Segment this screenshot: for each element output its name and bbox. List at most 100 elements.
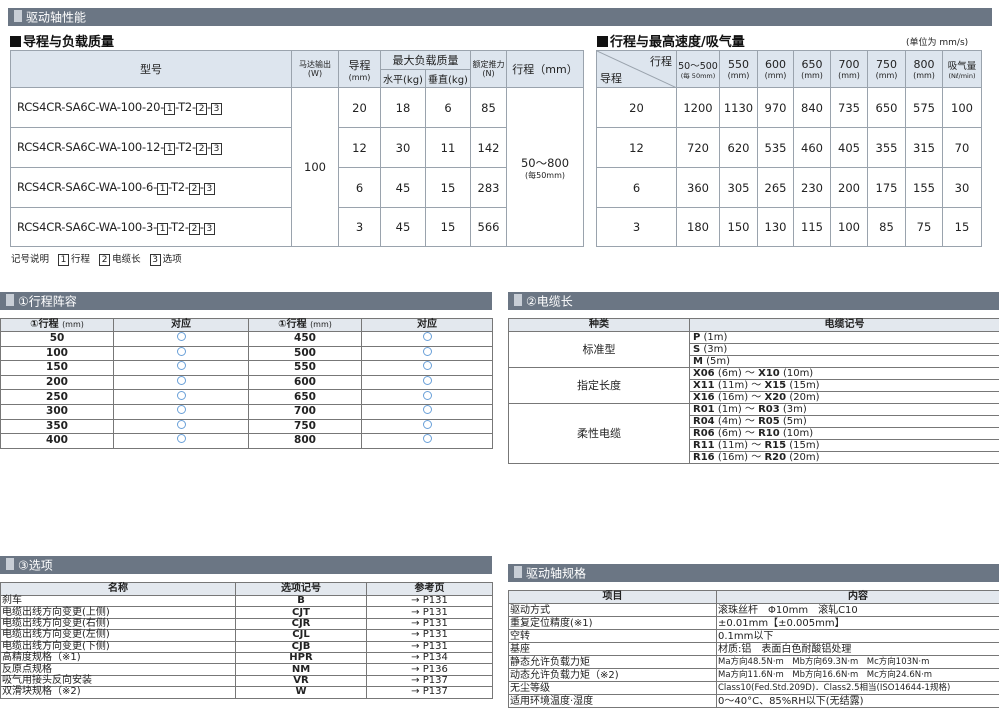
th-stroke: ①行程 (mm) bbox=[248, 318, 362, 332]
speed-cell: 315 bbox=[905, 127, 943, 168]
support-cell bbox=[361, 418, 493, 435]
specs-table: 项目 内容 驱动方式 滚珠丝杆 Φ10mm 滚轧C10 重复定位精度(※1) ±0.0… bbox=[508, 590, 999, 708]
table-row: 标准型 P (1m) bbox=[508, 331, 999, 368]
option-ref-cell: → P131 bbox=[366, 640, 493, 653]
circle-icon bbox=[176, 332, 186, 342]
symbol-box: 2 bbox=[188, 183, 200, 195]
spec-item-cell: 重复定位精度(※1) bbox=[508, 616, 717, 630]
support-cell bbox=[113, 389, 249, 405]
range-sep: ～ bbox=[751, 452, 762, 463]
speed-cell: 405 bbox=[830, 127, 868, 168]
cable-length: (10m) bbox=[782, 368, 814, 379]
spec-item-cell: 驱动方式 bbox=[508, 603, 717, 617]
th-stroke: 行程（mm） bbox=[506, 50, 584, 88]
table-row: 300 700 bbox=[0, 403, 493, 420]
guide-heading: 导程与负载质量 bbox=[10, 31, 114, 50]
lead-load-table: 型号 马达输出 (W) 导程 (mm) 最大负载质量 额定推力 (N) 行程（mm） … bbox=[10, 50, 584, 247]
support-cell bbox=[361, 331, 493, 347]
symbol-box: 3 bbox=[210, 103, 222, 115]
speed-cell: 620 bbox=[719, 127, 758, 168]
table-row: 电缆出线方向变更(上侧) CJT → P131 bbox=[0, 606, 493, 619]
cable-code: R05 bbox=[758, 416, 780, 427]
cable-length: (3m) bbox=[703, 344, 728, 355]
cable-code-cell: R06 (6m) ～ R10 (10m) bbox=[689, 427, 999, 440]
cable-code: S bbox=[693, 344, 701, 355]
section-title: ②电缆长 bbox=[526, 294, 573, 309]
vert-cell: 6 bbox=[425, 87, 471, 128]
speed-cell: 115 bbox=[793, 207, 831, 247]
th-thrust-label: 额定推力 bbox=[472, 60, 505, 69]
table-row: 电缆出线方向变更(左侧) CJL → P131 bbox=[0, 629, 493, 642]
support-cell bbox=[113, 345, 249, 362]
cable-table: 种类 电缆记号 标准型 P (1m) S (3m) M (5m) 指定长度 X06 (6m… bbox=[508, 318, 999, 464]
stroke-body: 50 450 100 500 150 550 200 600 250 650 300 700 350 75… bbox=[0, 331, 493, 449]
th-model: 型号 bbox=[10, 50, 292, 88]
cable-length: (6m) bbox=[717, 428, 742, 439]
th-speed-col: 750 (mm) bbox=[867, 50, 906, 88]
col-sub: (mm) bbox=[727, 71, 750, 80]
spec-content-cell: 材质:铝 表面白色耐酸铝处理 bbox=[716, 642, 999, 656]
col-sub: (mm) bbox=[764, 71, 787, 80]
spec-item-cell: 适用环境温度·湿度 bbox=[508, 694, 717, 708]
spec-content-cell: 0～40°C、85%RH以下(无结露) bbox=[716, 694, 999, 708]
section-title: ①行程阵容 bbox=[18, 294, 77, 309]
cable-length: (3m) bbox=[782, 404, 807, 415]
cable-length: (10m) bbox=[782, 428, 814, 439]
stroke-value-cell: 100 bbox=[0, 345, 114, 362]
table-row: 350 750 bbox=[0, 418, 493, 435]
table-row: 双滑块规格（※2) W → P137 bbox=[0, 686, 493, 699]
lead-cell: 20 bbox=[596, 87, 677, 128]
th-code: 电缆记号 bbox=[689, 318, 999, 332]
lead-cell: 3 bbox=[338, 207, 381, 247]
option-name-cell: 反原点规格 bbox=[0, 663, 236, 676]
support-cell bbox=[361, 360, 493, 376]
th-speed-col: 800 (mm) bbox=[905, 50, 943, 88]
stroke-value-cell: 450 bbox=[248, 331, 362, 347]
spec-item-cell: 动态允许负载力矩（※2) bbox=[508, 668, 717, 682]
cable-code: X11 bbox=[693, 380, 715, 391]
col-sub: (mm) bbox=[801, 71, 823, 80]
stroke-value-cell: 800 bbox=[248, 433, 362, 449]
range-sep: ～ bbox=[744, 416, 755, 427]
speed-heading: 行程与最高速度/吸气量 bbox=[597, 31, 745, 50]
th-support: 对应 bbox=[361, 318, 493, 332]
legend-value: 选项 bbox=[162, 254, 182, 265]
symbol-box: 3 bbox=[203, 222, 215, 235]
speed-table: 行程 导程 50～500 (每 50mm) 550 (mm) 600 (mm) 650… bbox=[596, 50, 982, 247]
spec-content-cell: ±0.01mm【±0.005mm】 bbox=[716, 616, 999, 630]
option-ref-cell: → P131 bbox=[366, 617, 493, 631]
corner-stroke-label: 行程 bbox=[650, 55, 672, 68]
cable-code: R06 bbox=[693, 428, 715, 439]
speed-heading-text: 行程与最高速度/吸气量 bbox=[610, 35, 745, 50]
legend-value: 行程 bbox=[71, 254, 91, 265]
support-cell bbox=[361, 389, 493, 405]
option-code-cell: VR bbox=[235, 674, 367, 688]
table-row: 400 800 bbox=[0, 433, 493, 449]
cable-length: (11m) bbox=[717, 440, 749, 451]
col-top: 800 bbox=[913, 58, 935, 71]
horiz-cell: 45 bbox=[380, 167, 426, 208]
cable-code: X20 bbox=[764, 392, 787, 403]
model-cell: RCS4CR-SA6C-WA-100-3- 1 -T2- 2-3 bbox=[10, 207, 292, 247]
section-marker bbox=[514, 294, 522, 306]
th-speed-col: 650 (mm) bbox=[793, 50, 831, 88]
symbol-box: 2 bbox=[195, 143, 207, 155]
speed-cell: 840 bbox=[793, 87, 831, 128]
circle-icon bbox=[422, 390, 432, 400]
range-sep: ～ bbox=[744, 428, 755, 439]
range-sep: ～ bbox=[751, 440, 762, 451]
circle-icon bbox=[176, 361, 186, 371]
model-cell: RCS4CR-SA6C-WA-100-6- 1 -T2- 2-3 bbox=[10, 167, 292, 208]
spec-content-cell: Class10(Fed.Std.209D)．Class2.5相当(ISO1464… bbox=[716, 681, 999, 695]
model-suffix: -T2- bbox=[175, 100, 196, 114]
section-header-performance: 驱动轴性能 bbox=[8, 8, 992, 26]
section-marker bbox=[6, 558, 14, 570]
motor-output-cell: 100 bbox=[291, 87, 339, 247]
cable-code: R20 bbox=[764, 452, 787, 463]
symbol-box: 2 bbox=[195, 103, 207, 115]
option-name-cell: 刹车 bbox=[0, 594, 236, 608]
support-cell bbox=[361, 433, 493, 449]
support-cell bbox=[113, 418, 249, 435]
support-cell bbox=[113, 331, 249, 347]
symbol-box: 3 bbox=[203, 183, 215, 195]
